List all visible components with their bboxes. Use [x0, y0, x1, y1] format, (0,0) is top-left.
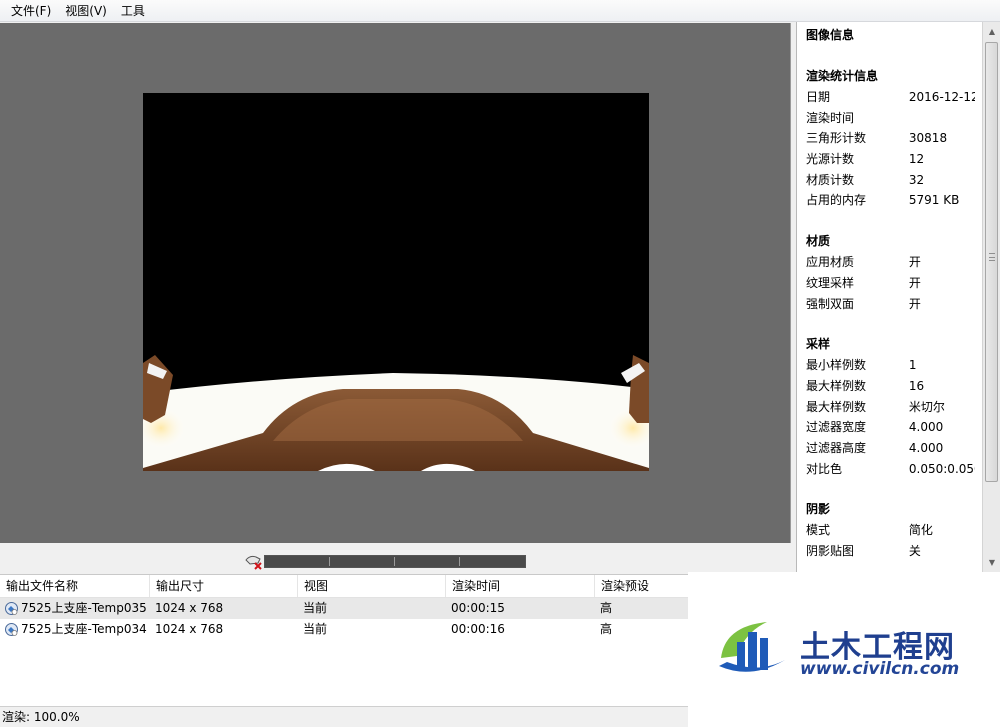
- info-key: 日期: [806, 90, 831, 104]
- output-filename: 7525上支座-Temp035: [21, 601, 147, 615]
- info-row: 纹理采样 开: [806, 273, 975, 294]
- info-row: 光源计数 12: [806, 149, 975, 170]
- info-row: 对比色 0.050:0.050: [806, 459, 975, 480]
- info-key: 过滤器宽度: [806, 420, 867, 435]
- render-progress-bar: [264, 555, 526, 568]
- rendered-image: [143, 93, 649, 471]
- column-header-filename[interactable]: 输出文件名称: [0, 575, 149, 597]
- image-info-panel: 图像信息 渲染统计信息 日期 2016-12-12 渲染时间三角形计数 30818 光源计…: [796, 22, 1000, 572]
- info-row: 材质计数 32: [806, 170, 975, 191]
- info-value: 1: [908, 358, 917, 373]
- render-window: 文件(F) 视图(V) 工具 图像信息 渲染统计信息 日期 2016-12-12…: [0, 0, 1000, 727]
- render-file-icon: [5, 602, 18, 615]
- info-row: 应用材质 开: [806, 252, 975, 273]
- list-item[interactable]: 7525上支座-Temp034 1024 x 768 当前 00:00:16 高: [0, 619, 688, 640]
- list-header: 输出文件名称 输出尺寸 视图 渲染时间 渲染预设: [0, 575, 688, 598]
- output-filename-cell: 7525上支座-Temp034: [0, 619, 149, 640]
- info-section-header: 渲染统计信息: [806, 69, 879, 83]
- info-key: 三角形计数: [806, 131, 867, 146]
- info-value: [909, 108, 975, 129]
- output-size: 1024 x 768: [155, 601, 224, 615]
- info-key: 应用材质: [806, 255, 855, 270]
- info-key: 最大样例数: [806, 399, 867, 414]
- menu-tools[interactable]: 工具: [114, 0, 152, 22]
- info-key: 阴影贴图: [806, 544, 855, 558]
- info-row: 过滤器宽度 4.000: [806, 417, 975, 438]
- output-filename-cell: 7525上支座-Temp035: [0, 598, 149, 619]
- list-item[interactable]: 7525上支座-Temp035 1024 x 768 当前 00:00:15 高: [0, 598, 688, 619]
- info-row: 强制双面 开: [806, 294, 975, 315]
- menu-view[interactable]: 视图(V): [58, 0, 114, 22]
- output-size: 1024 x 768: [155, 622, 224, 636]
- info-row: 过滤器高度 4.000: [806, 438, 975, 459]
- info-row: 阴影贴图 关: [806, 541, 975, 562]
- info-row: 模式 简化: [806, 520, 975, 541]
- info-section-header: 采样: [806, 337, 831, 352]
- column-header-view[interactable]: 视图: [297, 575, 445, 597]
- info-value: 米切尔: [908, 399, 945, 414]
- scroll-down-arrow-icon[interactable]: ▼: [984, 554, 1000, 571]
- info-key: 纹理采样: [806, 275, 855, 290]
- info-key: 强制双面: [806, 296, 855, 311]
- menu-bar: 文件(F) 视图(V) 工具: [0, 0, 1000, 22]
- info-value: 4.000: [908, 440, 944, 455]
- watermark-url: www.civilcn.com: [800, 659, 960, 679]
- render-viewport[interactable]: [0, 23, 791, 543]
- scroll-up-arrow-icon[interactable]: ▲: [984, 23, 1000, 40]
- watermark: 土木工程网 www.civilcn.com: [688, 572, 1000, 727]
- output-view: 当前: [303, 622, 328, 636]
- info-row: 最大样例数 米切尔: [806, 397, 975, 418]
- info-value: 12: [908, 152, 925, 167]
- info-value: 2016-12-12: [908, 90, 975, 104]
- info-row: 三角形计数 30818: [806, 128, 975, 149]
- info-key: 渲染时间: [806, 110, 855, 125]
- info-value: 开: [908, 296, 921, 311]
- civilcn-logo-icon: [719, 622, 785, 672]
- info-key: 过滤器高度: [806, 440, 867, 455]
- output-render-time: 00:00:15: [451, 601, 505, 615]
- info-row: 渲染时间: [806, 108, 975, 129]
- info-row: 最小样例数 1: [806, 355, 975, 376]
- output-filename: 7525上支座-Temp034: [21, 622, 147, 636]
- column-header-preset[interactable]: 渲染预设: [594, 575, 688, 597]
- menu-file[interactable]: 文件(F): [4, 0, 58, 22]
- info-key: 材质计数: [806, 172, 855, 187]
- progress-strip: [0, 546, 792, 574]
- info-scrollbar[interactable]: ▲ ▼: [982, 22, 1000, 572]
- grip-icon: [989, 253, 995, 261]
- info-panel-title: 图像信息: [806, 28, 855, 42]
- info-key: 光源计数: [806, 152, 855, 167]
- info-value: 16: [908, 378, 925, 393]
- info-value: 32: [908, 172, 925, 187]
- output-file-list: 输出文件名称 输出尺寸 视图 渲染时间 渲染预设 7525上支座-Temp035…: [0, 574, 688, 706]
- info-row: 最大样例数 16: [806, 376, 975, 397]
- info-key: 最大样例数: [806, 378, 867, 393]
- info-value: 5791 KB: [908, 193, 960, 208]
- info-row: 占用的内存 5791 KB: [806, 190, 975, 211]
- scroll-thumb[interactable]: [985, 42, 998, 482]
- info-section-header: 阴影: [806, 502, 831, 517]
- info-section-header: 材质: [806, 234, 831, 249]
- info-value: 4.000: [908, 420, 944, 435]
- output-preset: 高: [600, 601, 613, 615]
- info-value: 简化: [908, 523, 933, 538]
- info-key: 模式: [806, 523, 831, 538]
- info-value: 0.050:0.050: [908, 461, 975, 476]
- output-view: 当前: [303, 601, 328, 615]
- info-value: 30818: [908, 131, 948, 146]
- status-bar: 渲染: 100.0%: [0, 706, 688, 727]
- column-header-size[interactable]: 输出尺寸: [149, 575, 297, 597]
- output-preset: 高: [600, 622, 613, 636]
- column-header-render-time[interactable]: 渲染时间: [445, 575, 594, 597]
- info-key: 对比色: [806, 461, 843, 476]
- output-render-time: 00:00:16: [451, 622, 505, 636]
- info-value: 关: [908, 544, 921, 558]
- info-key: 最小样例数: [806, 358, 867, 373]
- info-value: 开: [908, 255, 921, 270]
- info-key: 占用的内存: [806, 193, 867, 208]
- info-row: 日期 2016-12-12: [806, 87, 975, 108]
- cancel-render-icon[interactable]: [244, 554, 264, 570]
- render-file-icon: [5, 623, 18, 636]
- info-value: 开: [908, 275, 921, 290]
